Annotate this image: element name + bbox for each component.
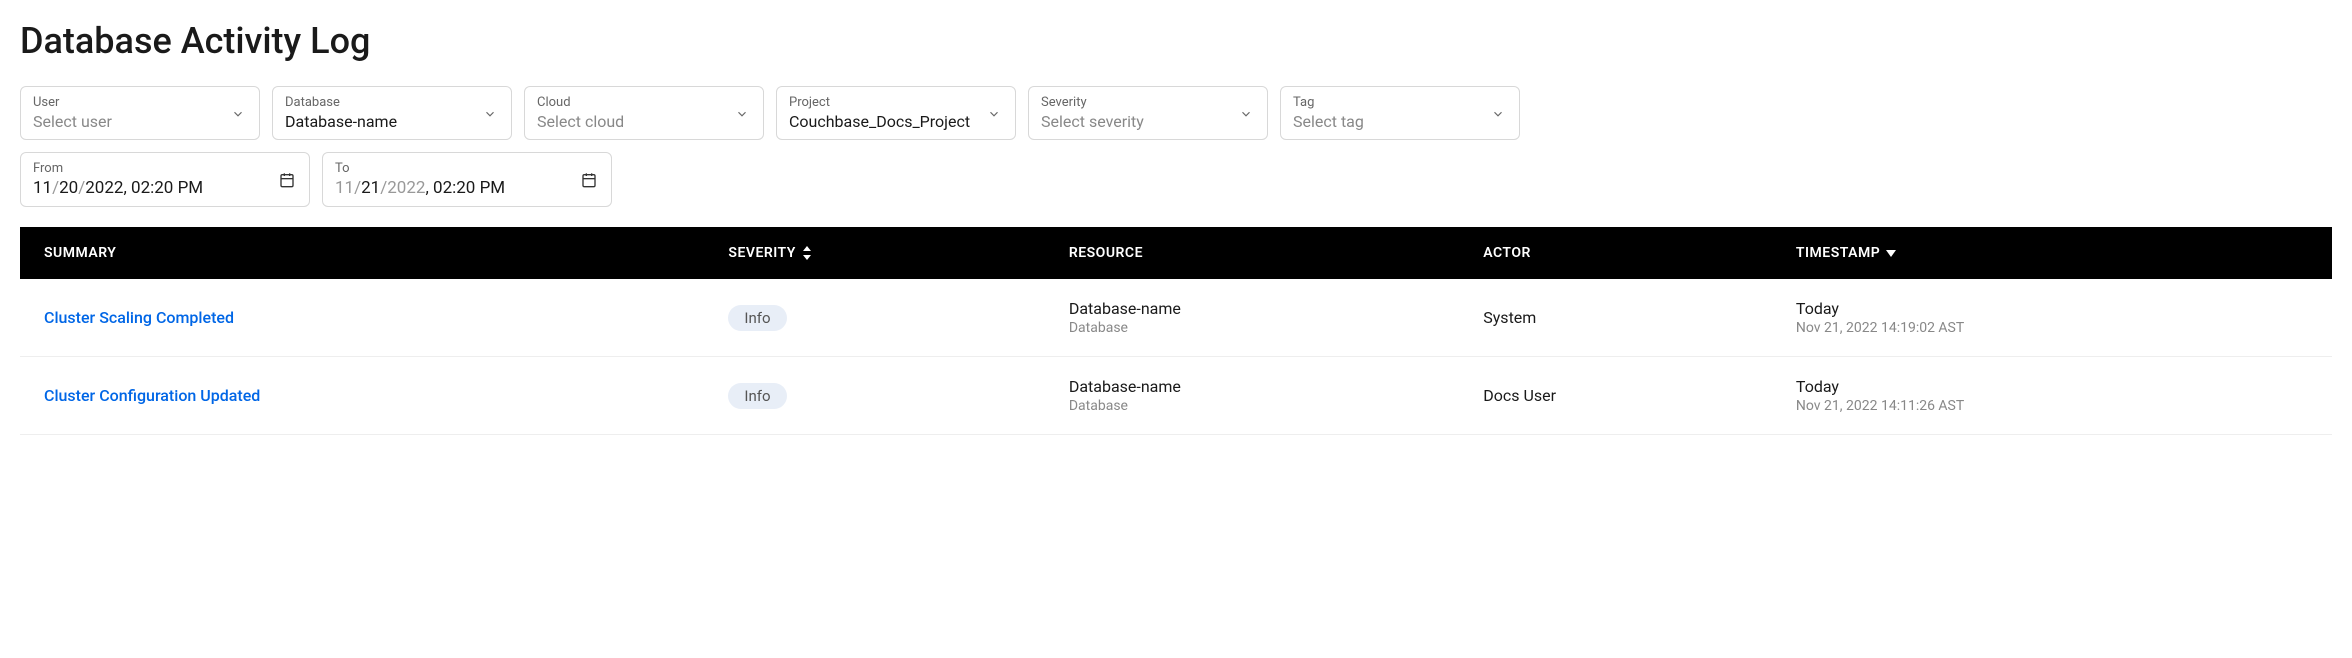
filter-user-label: User — [33, 95, 219, 110]
calendar-icon — [279, 172, 295, 188]
date-to-value: 11/21/2022, 02:20 PM — [335, 178, 567, 198]
resource-name: Database-name — [1069, 377, 1435, 396]
filter-database-value: Database-name — [285, 112, 471, 131]
date-to-label: To — [335, 161, 567, 176]
severity-badge: Info — [728, 305, 786, 331]
date-from[interactable]: From 11/20/2022, 02:20 PM — [20, 152, 310, 207]
filter-severity-label: Severity — [1041, 95, 1227, 110]
filter-project-value: Couchbase_Docs_Project — [789, 112, 975, 131]
timestamp-full: Nov 21, 2022 14:19:02 AST — [1796, 320, 2308, 336]
filter-cloud-value: Select cloud — [537, 112, 723, 131]
chevron-down-icon — [987, 106, 1001, 120]
chevron-down-icon — [1491, 106, 1505, 120]
filter-severity[interactable]: Severity Select severity — [1028, 86, 1268, 140]
summary-link[interactable]: Cluster Configuration Updated — [44, 386, 260, 405]
timestamp-relative: Today — [1796, 299, 2308, 318]
chevron-down-icon — [1239, 106, 1253, 120]
filter-project[interactable]: Project Couchbase_Docs_Project — [776, 86, 1016, 140]
resource-name: Database-name — [1069, 299, 1435, 318]
filter-user-value: Select user — [33, 112, 219, 131]
col-resource[interactable]: RESOURCE — [1045, 227, 1459, 279]
timestamp-relative: Today — [1796, 377, 2308, 396]
col-summary[interactable]: SUMMARY — [20, 227, 704, 279]
timestamp-full: Nov 21, 2022 14:11:26 AST — [1796, 398, 2308, 414]
sort-desc-icon — [1886, 245, 1896, 261]
filter-severity-value: Select severity — [1041, 112, 1227, 131]
filter-cloud[interactable]: Cloud Select cloud — [524, 86, 764, 140]
col-timestamp[interactable]: TIMESTAMP — [1772, 227, 2332, 279]
filter-row: User Select user Database Database-name … — [20, 86, 2332, 140]
col-actor[interactable]: ACTOR — [1459, 227, 1772, 279]
table-row: Cluster Configuration Updated Info Databas… — [20, 357, 2332, 435]
filter-cloud-label: Cloud — [537, 95, 723, 110]
date-from-value: 11/20/2022, 02:20 PM — [33, 178, 265, 198]
summary-link[interactable]: Cluster Scaling Completed — [44, 308, 234, 327]
filter-tag-value: Select tag — [1293, 112, 1479, 131]
filter-database[interactable]: Database Database-name — [272, 86, 512, 140]
severity-badge: Info — [728, 383, 786, 409]
col-severity[interactable]: SEVERITY — [704, 227, 1044, 279]
resource-type: Database — [1069, 398, 1435, 414]
filter-project-label: Project — [789, 95, 975, 110]
date-filter-row: From 11/20/2022, 02:20 PM To 11/21/2022,… — [20, 152, 2332, 207]
table-row: Cluster Scaling Completed Info Database-na… — [20, 279, 2332, 357]
actor: System — [1483, 308, 1748, 327]
filter-user[interactable]: User Select user — [20, 86, 260, 140]
date-from-label: From — [33, 161, 265, 176]
calendar-icon — [581, 172, 597, 188]
resource-type: Database — [1069, 320, 1435, 336]
filter-database-label: Database — [285, 95, 471, 110]
actor: Docs User — [1483, 386, 1748, 405]
page-title: Database Activity Log — [20, 20, 2332, 62]
sort-icon — [802, 246, 812, 260]
chevron-down-icon — [483, 106, 497, 120]
filter-tag[interactable]: Tag Select tag — [1280, 86, 1520, 140]
date-to[interactable]: To 11/21/2022, 02:20 PM — [322, 152, 612, 207]
chevron-down-icon — [735, 106, 749, 120]
chevron-down-icon — [231, 106, 245, 120]
activity-table: SUMMARY SEVERITY RESOURCE ACTOR TIMESTAM… — [20, 227, 2332, 435]
filter-tag-label: Tag — [1293, 95, 1479, 110]
